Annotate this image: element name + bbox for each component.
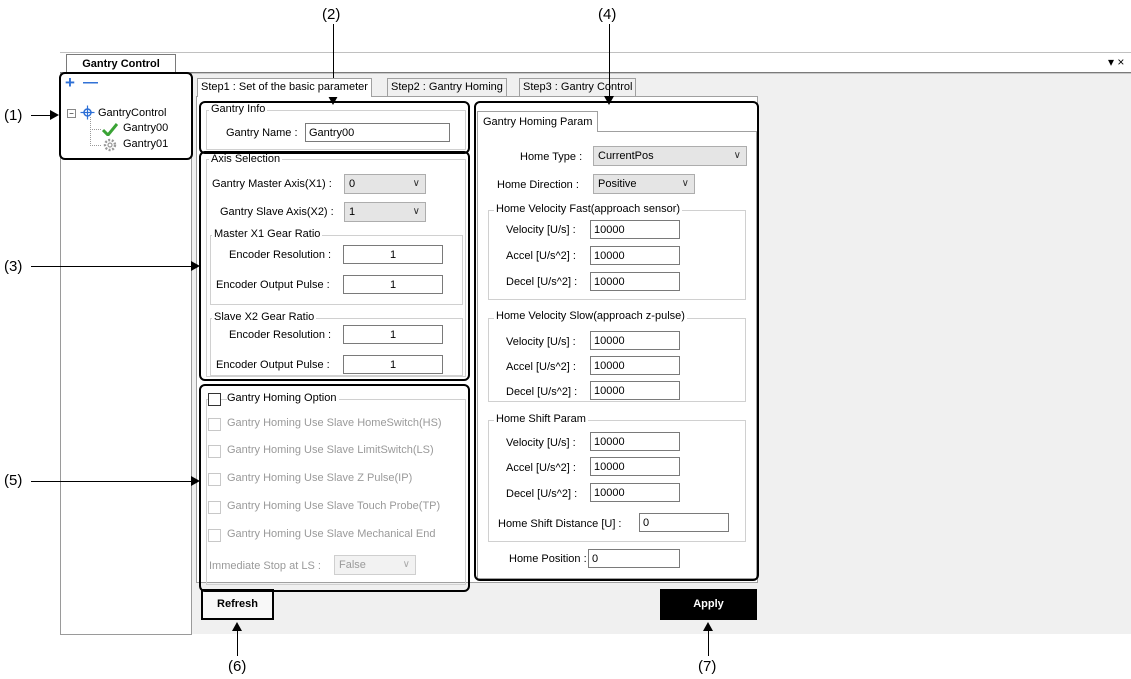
doc-tab-gantry-control[interactable]: Gantry Control <box>66 54 176 73</box>
window-controls[interactable]: ▾ × <box>1108 55 1124 69</box>
callout-5: (5) <box>4 472 23 489</box>
leader-line-6 <box>237 630 238 656</box>
tab-step1[interactable]: Step1 : Set of the basic parameter <box>197 78 372 97</box>
callout-1: (1) <box>4 107 23 124</box>
arrow-3 <box>191 261 200 271</box>
arrow-5 <box>191 476 200 486</box>
callout-4: (4) <box>598 6 617 23</box>
leader-line-1 <box>31 115 51 116</box>
arrow-4 <box>604 96 614 105</box>
tab-step2[interactable]: Step2 : Gantry Homing <box>387 78 507 96</box>
leader-line-4 <box>609 24 610 97</box>
callout-3: (3) <box>4 258 23 275</box>
callout-2: (2) <box>322 6 341 23</box>
apply-button[interactable]: Apply <box>660 589 757 620</box>
arrow-6 <box>232 622 242 631</box>
tab-step3[interactable]: Step3 : Gantry Control <box>519 78 637 96</box>
leader-line-5 <box>31 481 192 482</box>
arrow-2 <box>328 96 338 105</box>
refresh-button[interactable]: Refresh <box>201 589 274 620</box>
callout-6: (6) <box>228 658 247 675</box>
leader-line-3 <box>31 266 192 267</box>
arrow-1 <box>50 110 59 120</box>
highlight-tree-header <box>59 72 193 160</box>
highlight-axis-selection <box>199 151 470 381</box>
highlight-homing-param <box>474 101 759 581</box>
highlight-homing-option <box>199 384 470 592</box>
callout-7: (7) <box>698 658 717 675</box>
arrow-7 <box>703 622 713 631</box>
leader-line-7 <box>708 630 709 656</box>
highlight-gantry-info <box>199 101 470 154</box>
